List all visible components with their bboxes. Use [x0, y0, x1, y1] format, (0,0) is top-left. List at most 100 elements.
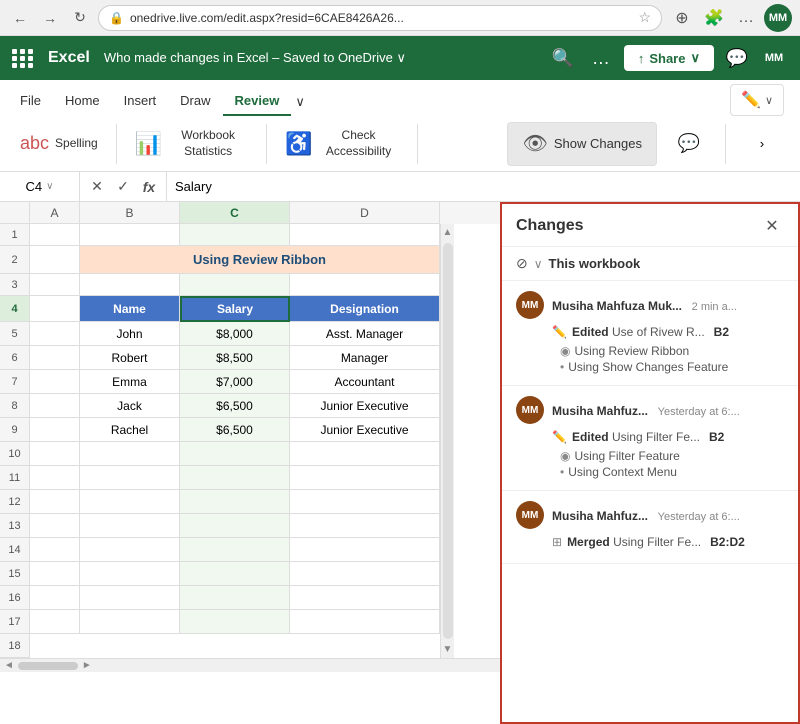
cell-b10[interactable] — [80, 442, 180, 466]
cell-c3[interactable] — [180, 274, 290, 296]
cell-a6[interactable] — [30, 346, 80, 370]
cell-d9[interactable]: Junior Executive — [290, 418, 440, 442]
vertical-scrollbar[interactable]: ▲ ▼ — [440, 224, 454, 658]
cell-a9[interactable] — [30, 418, 80, 442]
cell-b9[interactable]: Rachel — [80, 418, 180, 442]
cell-d4[interactable]: Designation — [290, 296, 440, 322]
cell-c1[interactable] — [180, 224, 290, 246]
cell-a8[interactable] — [30, 394, 80, 418]
tab-file[interactable]: File — [8, 87, 53, 116]
scroll-up-arrow[interactable]: ▲ — [443, 224, 453, 241]
cancel-formula-button[interactable]: ✕ — [86, 176, 108, 198]
row-num-16[interactable]: 16 — [0, 586, 30, 610]
row-num-11[interactable]: 11 — [0, 466, 30, 490]
more-ribbon-button[interactable]: › — [732, 132, 792, 155]
bookmark-icon[interactable]: ☆ — [638, 9, 651, 26]
cell-d6[interactable]: Manager — [290, 346, 440, 370]
close-changes-panel-button[interactable]: ✕ — [760, 214, 784, 238]
comment-button[interactable]: 💬 — [722, 43, 752, 73]
cell-reference[interactable]: C4 ∨ — [0, 172, 80, 201]
fx-button[interactable]: fx — [138, 176, 160, 198]
cell-d1[interactable] — [290, 224, 440, 246]
search-button[interactable]: 🔍 — [548, 43, 578, 73]
user-avatar-appbar[interactable]: MM — [760, 44, 788, 72]
extensions-puzzle[interactable]: 🧩 — [700, 4, 728, 32]
row-num-9[interactable]: 9 — [0, 418, 30, 442]
cell-b8[interactable]: Jack — [80, 394, 180, 418]
back-button[interactable]: ← — [8, 6, 32, 30]
cell-d3[interactable] — [290, 274, 440, 296]
cell-d8[interactable]: Junior Executive — [290, 394, 440, 418]
cell-c9[interactable]: $6,500 — [180, 418, 290, 442]
col-header-a[interactable]: A — [30, 202, 80, 224]
confirm-formula-button[interactable]: ✓ — [112, 176, 134, 198]
filter-dropdown[interactable]: This workbook — [549, 256, 641, 271]
cell-b2-merged[interactable]: Using Review Ribbon — [80, 246, 440, 274]
cell-a4[interactable] — [30, 296, 80, 322]
cell-c8[interactable]: $6,500 — [180, 394, 290, 418]
cell-c5[interactable]: $8,000 — [180, 322, 290, 346]
cell-b1[interactable] — [80, 224, 180, 246]
col-header-c[interactable]: C — [180, 202, 290, 224]
cell-d5[interactable]: Asst. Manager — [290, 322, 440, 346]
tab-review[interactable]: Review — [223, 87, 292, 116]
cell-b7[interactable]: Emma — [80, 370, 180, 394]
comment-ribbon-button[interactable]: 💬 — [659, 129, 719, 158]
scroll-track[interactable] — [443, 243, 453, 639]
row-num-7[interactable]: 7 — [0, 370, 30, 394]
row-num-2[interactable]: 2 — [0, 246, 30, 274]
check-accessibility-button[interactable]: ♿ Check Accessibility — [273, 120, 410, 168]
more-button[interactable]: … — [732, 4, 760, 32]
extension-button[interactable]: ⊕ — [668, 4, 696, 32]
cell-a1[interactable] — [30, 224, 80, 246]
tab-draw[interactable]: Draw — [168, 87, 222, 116]
row-num-12[interactable]: 12 — [0, 490, 30, 514]
row-num-13[interactable]: 13 — [0, 514, 30, 538]
row-num-4[interactable]: 4 — [0, 296, 30, 322]
more-options-button[interactable]: … — [586, 43, 616, 73]
cell-c7[interactable]: $7,000 — [180, 370, 290, 394]
cell-a10[interactable] — [30, 442, 80, 466]
row-num-6[interactable]: 6 — [0, 346, 30, 370]
share-button[interactable]: ↑ Share ∨ — [624, 45, 714, 71]
workbook-stats-button[interactable]: 📊 Workbook Statistics — [123, 120, 260, 168]
cell-c4[interactable]: Salary — [180, 296, 290, 322]
cell-b3[interactable] — [80, 274, 180, 296]
cell-c10[interactable] — [180, 442, 290, 466]
forward-button[interactable]: → — [38, 6, 62, 30]
cell-a5[interactable] — [30, 322, 80, 346]
horizontal-scrollbar[interactable]: ◄ ► — [0, 658, 500, 672]
row-num-1[interactable]: 1 — [0, 224, 30, 246]
row-num-17[interactable]: 17 — [0, 610, 30, 634]
col-header-d[interactable]: D — [290, 202, 440, 224]
col-header-b[interactable]: B — [80, 202, 180, 224]
spelling-button[interactable]: abc Spelling — [8, 120, 110, 168]
cell-b5[interactable]: John — [80, 322, 180, 346]
row-num-15[interactable]: 15 — [0, 562, 30, 586]
cell-a3[interactable] — [30, 274, 80, 296]
profile-avatar[interactable]: MM — [764, 4, 792, 32]
row-num-18[interactable]: 18 — [0, 634, 30, 658]
cell-d7[interactable]: Accountant — [290, 370, 440, 394]
waffle-menu[interactable] — [12, 49, 34, 68]
address-bar[interactable]: 🔒 onedrive.live.com/edit.aspx?resid=6CAE… — [98, 5, 662, 31]
row-num-14[interactable]: 14 — [0, 538, 30, 562]
editing-mode-button[interactable]: ✏️ ∨ — [730, 84, 784, 116]
row-num-8[interactable]: 8 — [0, 394, 30, 418]
row-num-3[interactable]: 3 — [0, 274, 30, 296]
tab-home[interactable]: Home — [53, 87, 112, 116]
scroll-down-arrow[interactable]: ▼ — [443, 641, 453, 658]
cell-b6[interactable]: Robert — [80, 346, 180, 370]
row-num-5[interactable]: 5 — [0, 322, 30, 346]
tab-more[interactable]: ∨ — [291, 88, 309, 116]
action-text-2: Edited Using Filter Fe... — [572, 430, 700, 444]
cell-b4[interactable]: Name — [80, 296, 180, 322]
refresh-button[interactable]: ↻ — [68, 6, 92, 30]
cell-c6[interactable]: $8,500 — [180, 346, 290, 370]
cell-d10[interactable] — [290, 442, 440, 466]
cell-a7[interactable] — [30, 370, 80, 394]
cell-a2[interactable] — [30, 246, 80, 274]
row-num-10[interactable]: 10 — [0, 442, 30, 466]
tab-insert[interactable]: Insert — [112, 87, 169, 116]
show-changes-button[interactable]: 👁 Show Changes — [507, 122, 657, 166]
